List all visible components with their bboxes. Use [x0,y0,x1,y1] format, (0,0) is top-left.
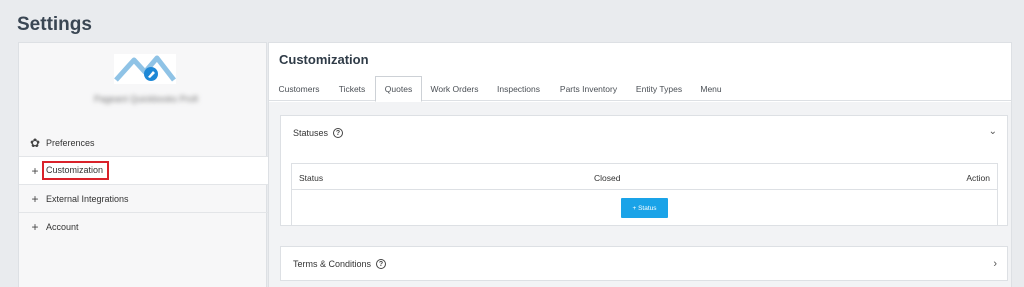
customization-main: Customization Customers Tickets Quotes W… [268,42,1012,287]
sidebar-item-preferences[interactable]: ✿ Preferences [19,129,268,157]
column-status: Status [299,173,324,183]
add-status-button[interactable]: + Status [621,198,668,218]
tab-entity-types[interactable]: Entity Types [627,76,691,101]
tab-quotes[interactable]: Quotes [375,76,422,102]
sidebar-item-account[interactable]: + Account [19,213,268,241]
column-action: Action [966,173,990,183]
tab-content: Statuses ? ⌄ Status Closed Action + Stat… [269,102,1011,287]
tab-work-orders[interactable]: Work Orders [422,76,487,101]
terms-panel-header[interactable]: Terms & Conditions ? › [281,247,1007,281]
sidebar-item-label: Account [46,222,79,232]
sidebar-item-label: Customization [42,161,110,180]
section-title: Customization [279,52,369,67]
statuses-panel: Statuses ? ⌄ Status Closed Action + Stat… [280,115,1008,226]
plus-icon: + [31,220,39,234]
page-title: Settings [17,14,92,35]
plus-icon: + [31,191,39,206]
terms-title: Terms & Conditions [293,259,372,269]
statuses-panel-header[interactable]: Statuses ? ⌄ [281,116,1007,150]
help-icon[interactable]: ? [333,128,344,138]
sidebar-item-customization[interactable]: + Customization [19,157,268,185]
table-header: Status Closed Action [292,164,997,190]
sidebar-item-external-integrations[interactable]: + External Integrations [19,185,268,213]
statuses-title: Statuses [293,128,329,138]
sidebar-item-label: Preferences [46,137,95,148]
tab-inspections[interactable]: Inspections [487,76,550,101]
chevron-down-icon[interactable]: ⌄ [989,126,997,137]
settings-nav: ✿ Preferences + Customization + External… [19,129,268,241]
company-logo [114,54,176,84]
tab-customers[interactable]: Customers [269,76,329,101]
plus-icon: + [31,163,39,178]
terms-panel: Terms & Conditions ? › [280,246,1008,281]
organization-name: Pageant Quickbooks Profi [93,94,199,104]
column-closed: Closed [594,173,621,183]
help-icon[interactable]: ? [376,259,387,269]
customization-tabs: Customers Tickets Quotes Work Orders Ins… [269,76,1011,102]
gear-icon: ✿ [29,135,41,150]
tab-menu[interactable]: Menu [691,76,731,101]
chevron-right-icon[interactable]: › [993,258,997,270]
sidebar-item-label: External Integrations [46,193,129,204]
statuses-table: Status Closed Action + Status [291,163,998,226]
settings-sidebar: Pageant Quickbooks Profi ✿ Preferences +… [18,42,268,287]
tab-parts-inventory[interactable]: Parts Inventory [550,76,627,101]
tab-tickets[interactable]: Tickets [329,76,375,101]
